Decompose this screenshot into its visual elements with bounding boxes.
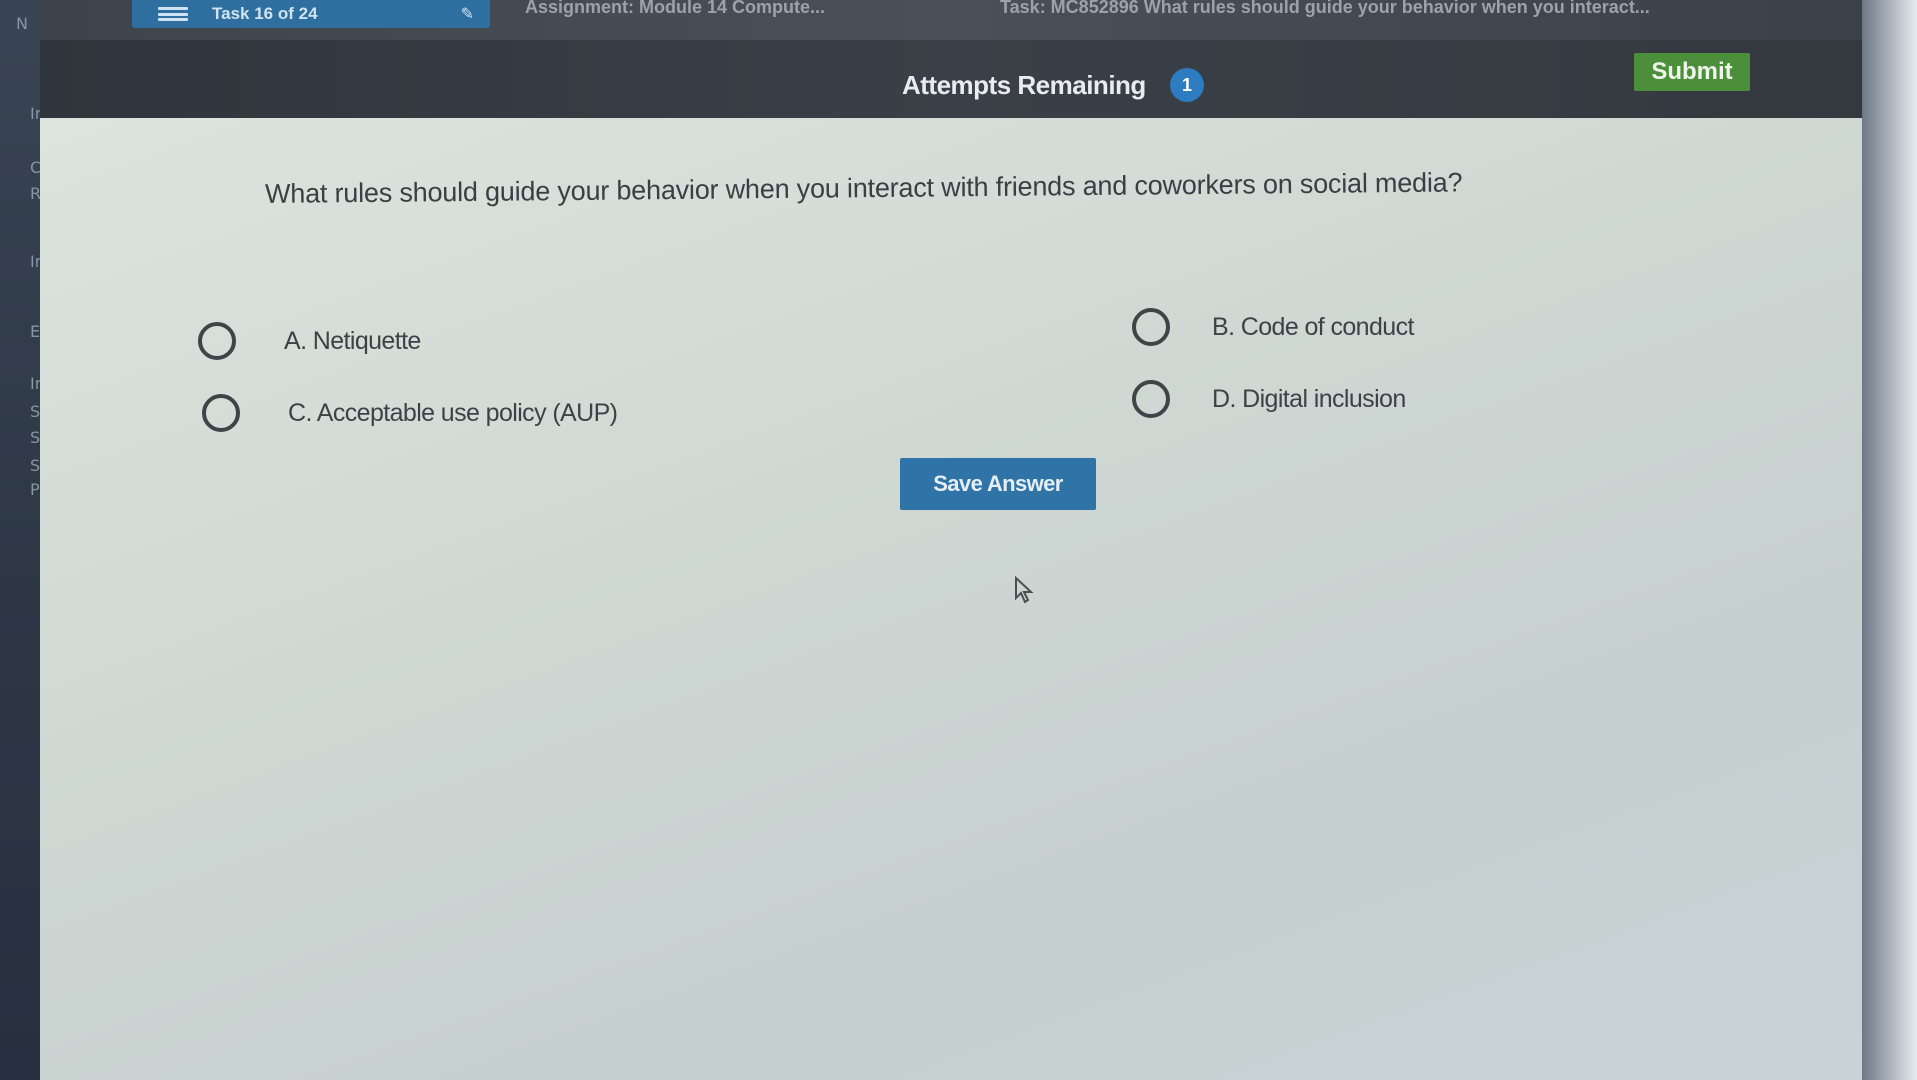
question-text: What rules should guide your behavior wh… <box>264 167 1463 209</box>
task-tab-label: Task 16 of 24 <box>212 4 318 23</box>
option-a-label: A. Netiquette <box>284 326 421 355</box>
option-c-label: C. Acceptable use policy (AUP) <box>288 398 618 427</box>
option-a[interactable]: A. Netiquette <box>198 322 421 360</box>
pencil-icon[interactable]: ✎ <box>461 4 474 24</box>
radio-button-c[interactable] <box>202 394 240 432</box>
save-answer-button[interactable]: Save Answer <box>900 458 1096 510</box>
right-edge-glare <box>1862 0 1917 1080</box>
assignment-title: Assignment: Module 14 Compute... <box>525 0 826 17</box>
question-panel: What rules should guide your behavior wh… <box>40 118 1865 1080</box>
radio-button-b[interactable] <box>1132 308 1170 346</box>
task-title: Task: MC852896 What rules should guide y… <box>1000 0 1650 17</box>
gutter-letter: S <box>30 456 41 475</box>
gutter-letter: P <box>30 480 40 499</box>
radio-button-a[interactable] <box>198 322 236 360</box>
option-c[interactable]: C. Acceptable use policy (AUP) <box>202 394 618 432</box>
option-d-label: D. Digital inclusion <box>1212 384 1406 413</box>
gutter-letter: S <box>30 402 41 421</box>
question-toolbar: Attempts Remaining 1 Submit <box>40 40 1865 118</box>
task-tab[interactable]: Task 16 of 24 ✎ <box>132 0 490 28</box>
option-b[interactable]: B. Code of conduct <box>1132 308 1414 346</box>
option-b-label: B. Code of conduct <box>1212 312 1414 341</box>
attempts-label: Attempts Remaining <box>902 69 1146 100</box>
gutter-letter: S <box>30 428 41 447</box>
hamburger-menu-icon[interactable] <box>158 7 188 21</box>
attempts-remaining: Attempts Remaining 1 <box>902 68 1204 102</box>
radio-button-d[interactable] <box>1132 380 1170 418</box>
top-tab-strip: Task 16 of 24 ✎ Assignment: Module 14 Co… <box>40 0 1865 40</box>
option-d[interactable]: D. Digital inclusion <box>1132 380 1406 418</box>
submit-button[interactable]: Submit <box>1634 53 1750 91</box>
screen: N Ir C R Ir E Ir S S S P Task 16 of 24 ✎… <box>0 0 1917 1080</box>
mouse-pointer-icon <box>1015 576 1034 604</box>
gutter-letter: N <box>16 14 28 33</box>
gutter-letter: E <box>30 322 41 341</box>
attempts-count-badge: 1 <box>1169 68 1204 102</box>
